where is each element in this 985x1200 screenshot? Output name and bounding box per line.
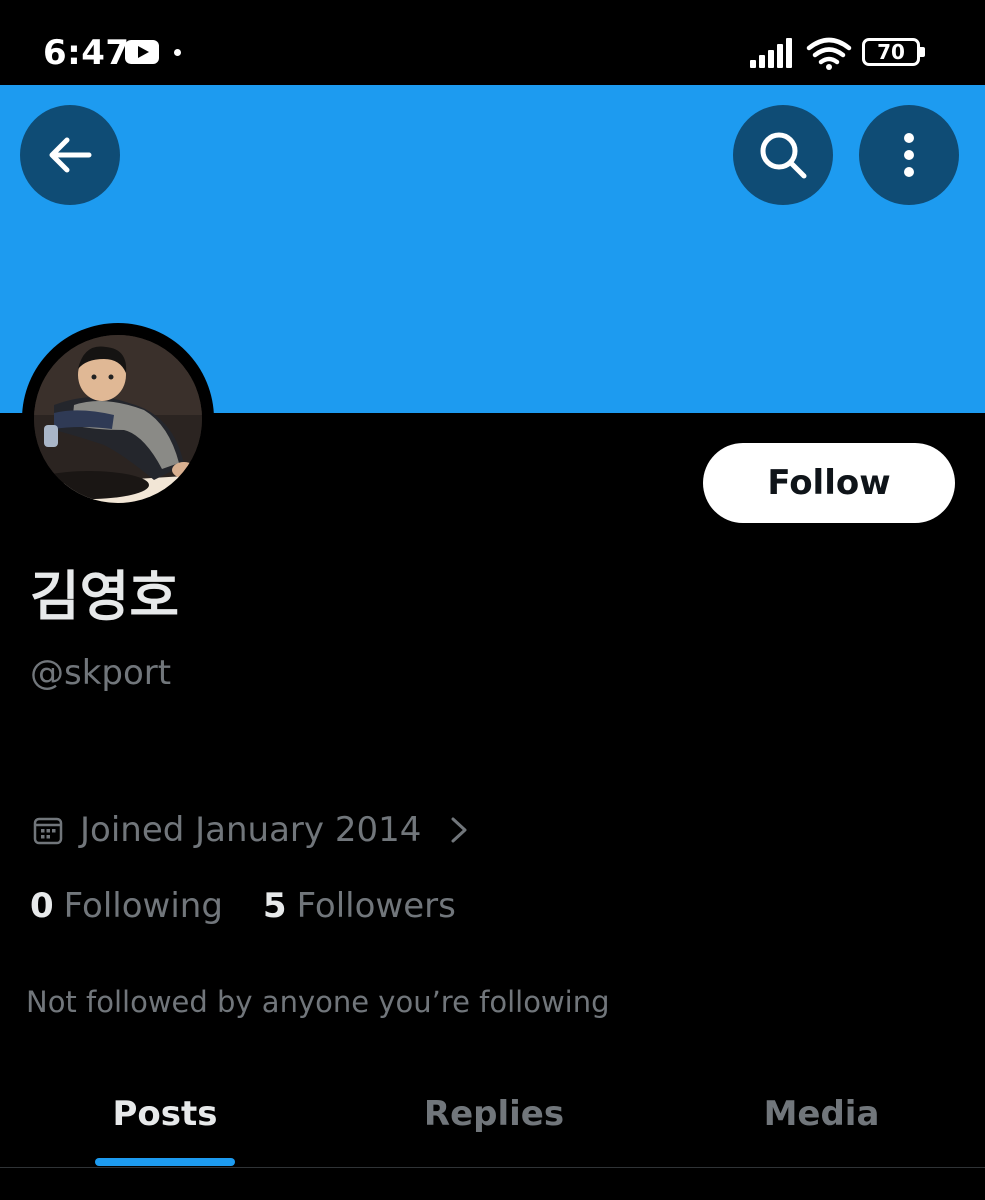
more-vertical-icon [904, 133, 914, 177]
follow-button[interactable]: Follow [703, 443, 955, 523]
status-time: 6:47 [43, 33, 130, 73]
calendar-icon [33, 817, 63, 845]
search-icon [760, 132, 807, 179]
profile-tabs: Posts Replies Media [0, 1060, 985, 1168]
tab-posts[interactable]: Posts [0, 1060, 330, 1168]
mutual-followers-note: Not followed by anyone you’re following [26, 985, 610, 1019]
followers-label: Followers [296, 886, 456, 926]
follow-stats: 0 Following 5 Followers [30, 886, 456, 926]
notification-dot-icon [174, 49, 181, 56]
tab-replies[interactable]: Replies [330, 1060, 658, 1168]
following-label: Following [63, 886, 223, 926]
avatar-image [34, 335, 202, 503]
battery-level: 70 [877, 40, 905, 64]
youtube-icon [125, 40, 159, 64]
signal-icon [750, 38, 792, 68]
joined-date-row[interactable]: Joined January 2014 [32, 808, 471, 852]
following-count: 0 [30, 886, 54, 926]
followers-stat[interactable]: 5 Followers [263, 886, 456, 926]
chevron-right-icon [451, 817, 467, 843]
joined-date: Joined January 2014 [80, 810, 422, 850]
back-button[interactable] [20, 105, 120, 205]
arrow-left-icon [49, 137, 92, 173]
more-options-button[interactable] [859, 105, 959, 205]
active-tab-indicator [95, 1158, 235, 1166]
user-handle: @skport [30, 653, 172, 693]
status-bar: 6:47 70 [0, 0, 985, 85]
tab-media[interactable]: Media [658, 1060, 985, 1168]
wifi-icon [806, 37, 852, 70]
search-button[interactable] [733, 105, 833, 205]
avatar[interactable] [22, 323, 214, 515]
display-name: 김영호 [30, 565, 180, 628]
following-stat[interactable]: 0 Following [30, 886, 223, 926]
battery-icon: 70 [862, 38, 926, 66]
followers-count: 5 [262, 886, 287, 926]
